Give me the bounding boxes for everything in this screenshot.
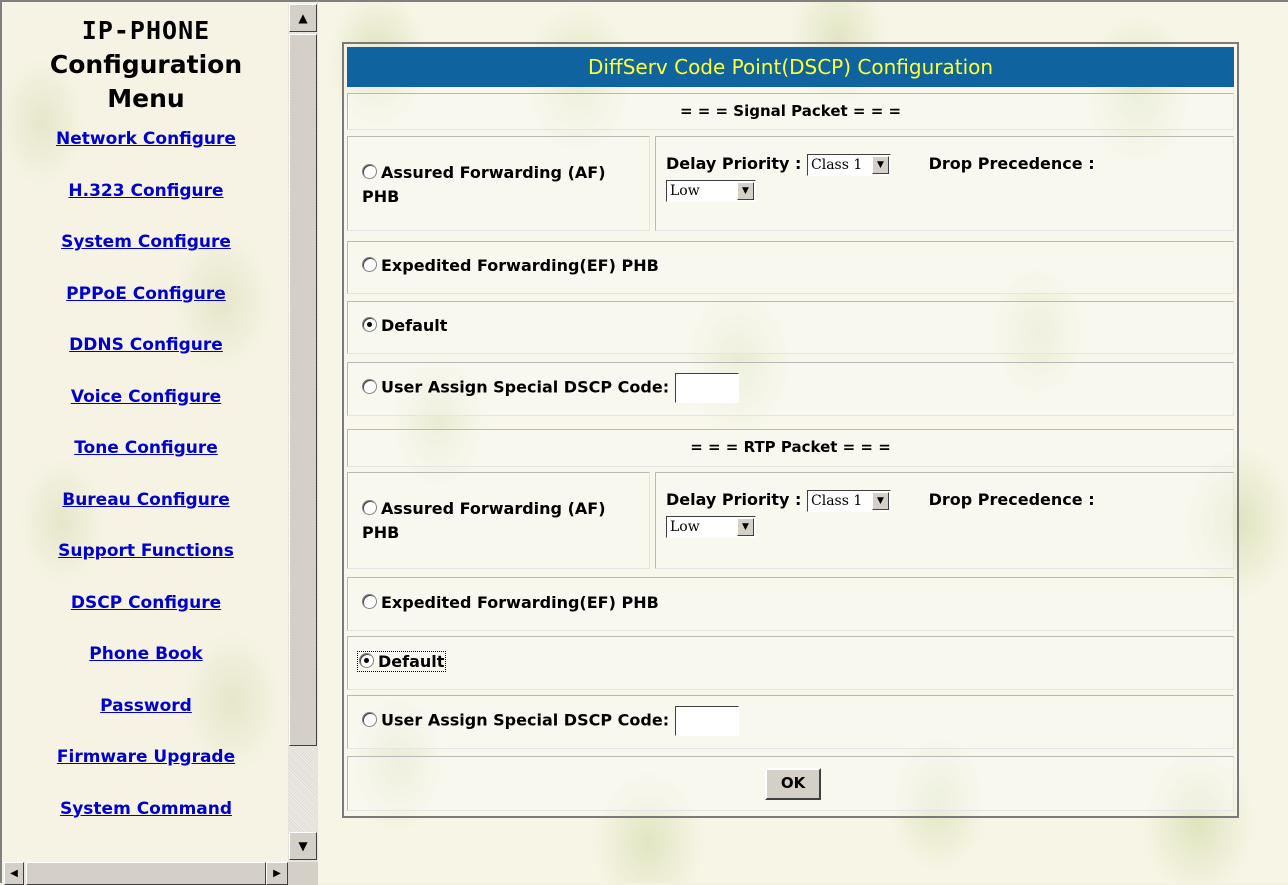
rtp-user-assign-row: User Assign Special DSCP Code:: [347, 695, 1234, 749]
rtp-af-label: Assured Forwarding (AF) PHB: [362, 499, 606, 542]
rtp-default-row: Default: [347, 636, 1234, 690]
menu-link-firmware[interactable]: Firmware Upgrade: [4, 746, 288, 798]
rtp-af-option-cell: Assured Forwarding (AF) PHB: [347, 472, 650, 569]
menu-link-network[interactable]: Network Configure: [4, 128, 288, 180]
dropdown-arrow-icon[interactable]: ▼: [872, 491, 890, 510]
menu-link-phonebook[interactable]: Phone Book: [4, 643, 288, 695]
signal-user-assign-radio[interactable]: [362, 378, 377, 394]
signal-af-option[interactable]: Assured Forwarding (AF) PHB: [362, 161, 642, 209]
rtp-default-radio[interactable]: [359, 653, 374, 668]
menu-link-voice[interactable]: Voice Configure: [4, 386, 288, 438]
signal-section-label: = = = Signal Packet = = =: [347, 93, 1234, 130]
menu-link-bureau[interactable]: Bureau Configure: [4, 489, 288, 541]
signal-ef-label: Expedited Forwarding(EF) PHB: [381, 256, 659, 275]
signal-default-option[interactable]: Default: [362, 316, 447, 335]
signal-af-row: Assured Forwarding (AF) PHB Delay Priori…: [347, 136, 1234, 231]
rtp-ef-radio[interactable]: [362, 594, 377, 609]
rtp-af-option[interactable]: Assured Forwarding (AF) PHB: [362, 497, 642, 545]
rtp-drop-precedence-select[interactable]: Low ▼: [666, 515, 756, 538]
menu-link-support[interactable]: Support Functions: [4, 540, 288, 592]
dropdown-arrow-icon[interactable]: ▼: [737, 181, 754, 200]
signal-ef-row: Expedited Forwarding(EF) PHB: [347, 241, 1234, 294]
signal-default-radio[interactable]: [362, 317, 377, 332]
rtp-user-assign-label: User Assign Special DSCP Code:: [381, 710, 670, 730]
rtp-section-label: = = = RTP Packet = = =: [347, 429, 1234, 467]
signal-default-label: Default: [381, 316, 448, 335]
menu-vertical-scroll-thumb[interactable]: [289, 34, 317, 746]
dropdown-arrow-icon[interactable]: ▼: [737, 517, 754, 536]
menu-content: IP-PHONE Configuration Menu Network Conf…: [4, 2, 288, 864]
menu-link-h323[interactable]: H.323 Configure: [4, 180, 288, 232]
signal-user-assign-row: User Assign Special DSCP Code:: [347, 362, 1234, 416]
menu-link-password[interactable]: Password: [4, 695, 288, 747]
signal-af-option-cell: Assured Forwarding (AF) PHB: [347, 136, 650, 231]
menu-title: IP-PHONE Configuration Menu: [4, 14, 288, 116]
scroll-right-arrow-icon[interactable]: ▶: [266, 862, 288, 885]
menu-horizontal-scroll-thumb[interactable]: [26, 862, 266, 885]
signal-dscp-code-input[interactable]: [674, 373, 739, 403]
rtp-delay-priority-value: Class 1: [811, 492, 863, 509]
menu-link-pppoe[interactable]: PPPoE Configure: [4, 283, 288, 335]
scroll-left-arrow-icon[interactable]: ◀: [4, 862, 24, 885]
signal-drop-precedence-label: Drop Precedence :: [928, 154, 1095, 173]
rtp-ef-row: Expedited Forwarding(EF) PHB: [347, 577, 1234, 631]
signal-af-label: Assured Forwarding (AF) PHB: [362, 163, 606, 206]
rtp-dscp-code-input[interactable]: [674, 706, 739, 736]
rtp-ef-option[interactable]: Expedited Forwarding(EF) PHB: [362, 593, 659, 612]
signal-delay-priority-select[interactable]: Class 1 ▼: [807, 153, 892, 176]
signal-af-radio[interactable]: [362, 164, 377, 179]
signal-af-settings: Delay Priority : Class 1 ▼ Drop Precedenc…: [666, 151, 1226, 203]
rtp-ef-label: Expedited Forwarding(EF) PHB: [381, 593, 659, 612]
rtp-af-radio[interactable]: [362, 500, 377, 515]
menu-title-line1: IP-PHONE: [81, 16, 211, 45]
scroll-up-arrow-icon[interactable]: ▲: [289, 4, 317, 32]
rtp-delay-priority-label: Delay Priority :: [666, 490, 802, 509]
dscp-config-panel: DiffServ Code Point(DSCP) Configuration …: [342, 42, 1239, 818]
ok-row: OK: [347, 756, 1234, 811]
rtp-drop-precedence-label: Drop Precedence :: [928, 490, 1095, 509]
signal-default-row: Default: [347, 301, 1234, 354]
scrollbar-corner: [288, 862, 318, 885]
menu-link-system-command[interactable]: System Command: [4, 798, 288, 850]
rtp-af-settings-cell: Delay Priority : Class 1 ▼ Drop Precedenc…: [655, 472, 1234, 569]
signal-user-assign-label: User Assign Special DSCP Code:: [381, 377, 670, 397]
menu-vertical-scrollbar[interactable]: ▲ ▼: [288, 4, 318, 862]
menu-link-tone[interactable]: Tone Configure: [4, 437, 288, 489]
rtp-default-option[interactable]: Default: [357, 651, 447, 672]
menu-link-ddns[interactable]: DDNS Configure: [4, 334, 288, 386]
rtp-delay-priority-select[interactable]: Class 1 ▼: [807, 489, 892, 512]
menu-link-system[interactable]: System Configure: [4, 231, 288, 283]
menu-title-line2: Configuration: [49, 50, 243, 79]
rtp-user-assign-option[interactable]: User Assign Special DSCP Code:: [362, 706, 739, 736]
content-frame: DiffServ Code Point(DSCP) Configuration …: [318, 0, 1288, 883]
menu-links: Network Configure H.323 Configure System…: [4, 128, 288, 849]
signal-af-settings-cell: Delay Priority : Class 1 ▼ Drop Precedenc…: [655, 136, 1234, 231]
menu-title-line3: Menu: [107, 84, 185, 113]
signal-user-assign-option[interactable]: User Assign Special DSCP Code:: [362, 373, 739, 403]
signal-ef-option[interactable]: Expedited Forwarding(EF) PHB: [362, 256, 659, 275]
signal-drop-precedence-select[interactable]: Low ▼: [666, 179, 756, 202]
rtp-drop-precedence-value: Low: [670, 518, 700, 535]
ok-button[interactable]: OK: [765, 768, 821, 800]
rtp-user-assign-radio[interactable]: [362, 711, 377, 727]
signal-ef-radio[interactable]: [362, 257, 377, 272]
signal-delay-priority-label: Delay Priority :: [666, 154, 802, 173]
scroll-down-arrow-icon[interactable]: ▼: [289, 832, 317, 860]
panel-title: DiffServ Code Point(DSCP) Configuration: [347, 47, 1234, 87]
signal-drop-precedence-value: Low: [670, 182, 700, 199]
dropdown-arrow-icon[interactable]: ▼: [872, 155, 890, 174]
rtp-default-label: Default: [378, 652, 445, 671]
rtp-af-settings: Delay Priority : Class 1 ▼ Drop Precedenc…: [666, 487, 1226, 539]
rtp-af-row: Assured Forwarding (AF) PHB Delay Priori…: [347, 472, 1234, 569]
menu-link-dscp[interactable]: DSCP Configure: [4, 592, 288, 644]
menu-frame: IP-PHONE Configuration Menu Network Conf…: [0, 0, 318, 885]
menu-horizontal-scrollbar[interactable]: ◀ ▶: [4, 862, 288, 885]
signal-delay-priority-value: Class 1: [811, 156, 863, 173]
